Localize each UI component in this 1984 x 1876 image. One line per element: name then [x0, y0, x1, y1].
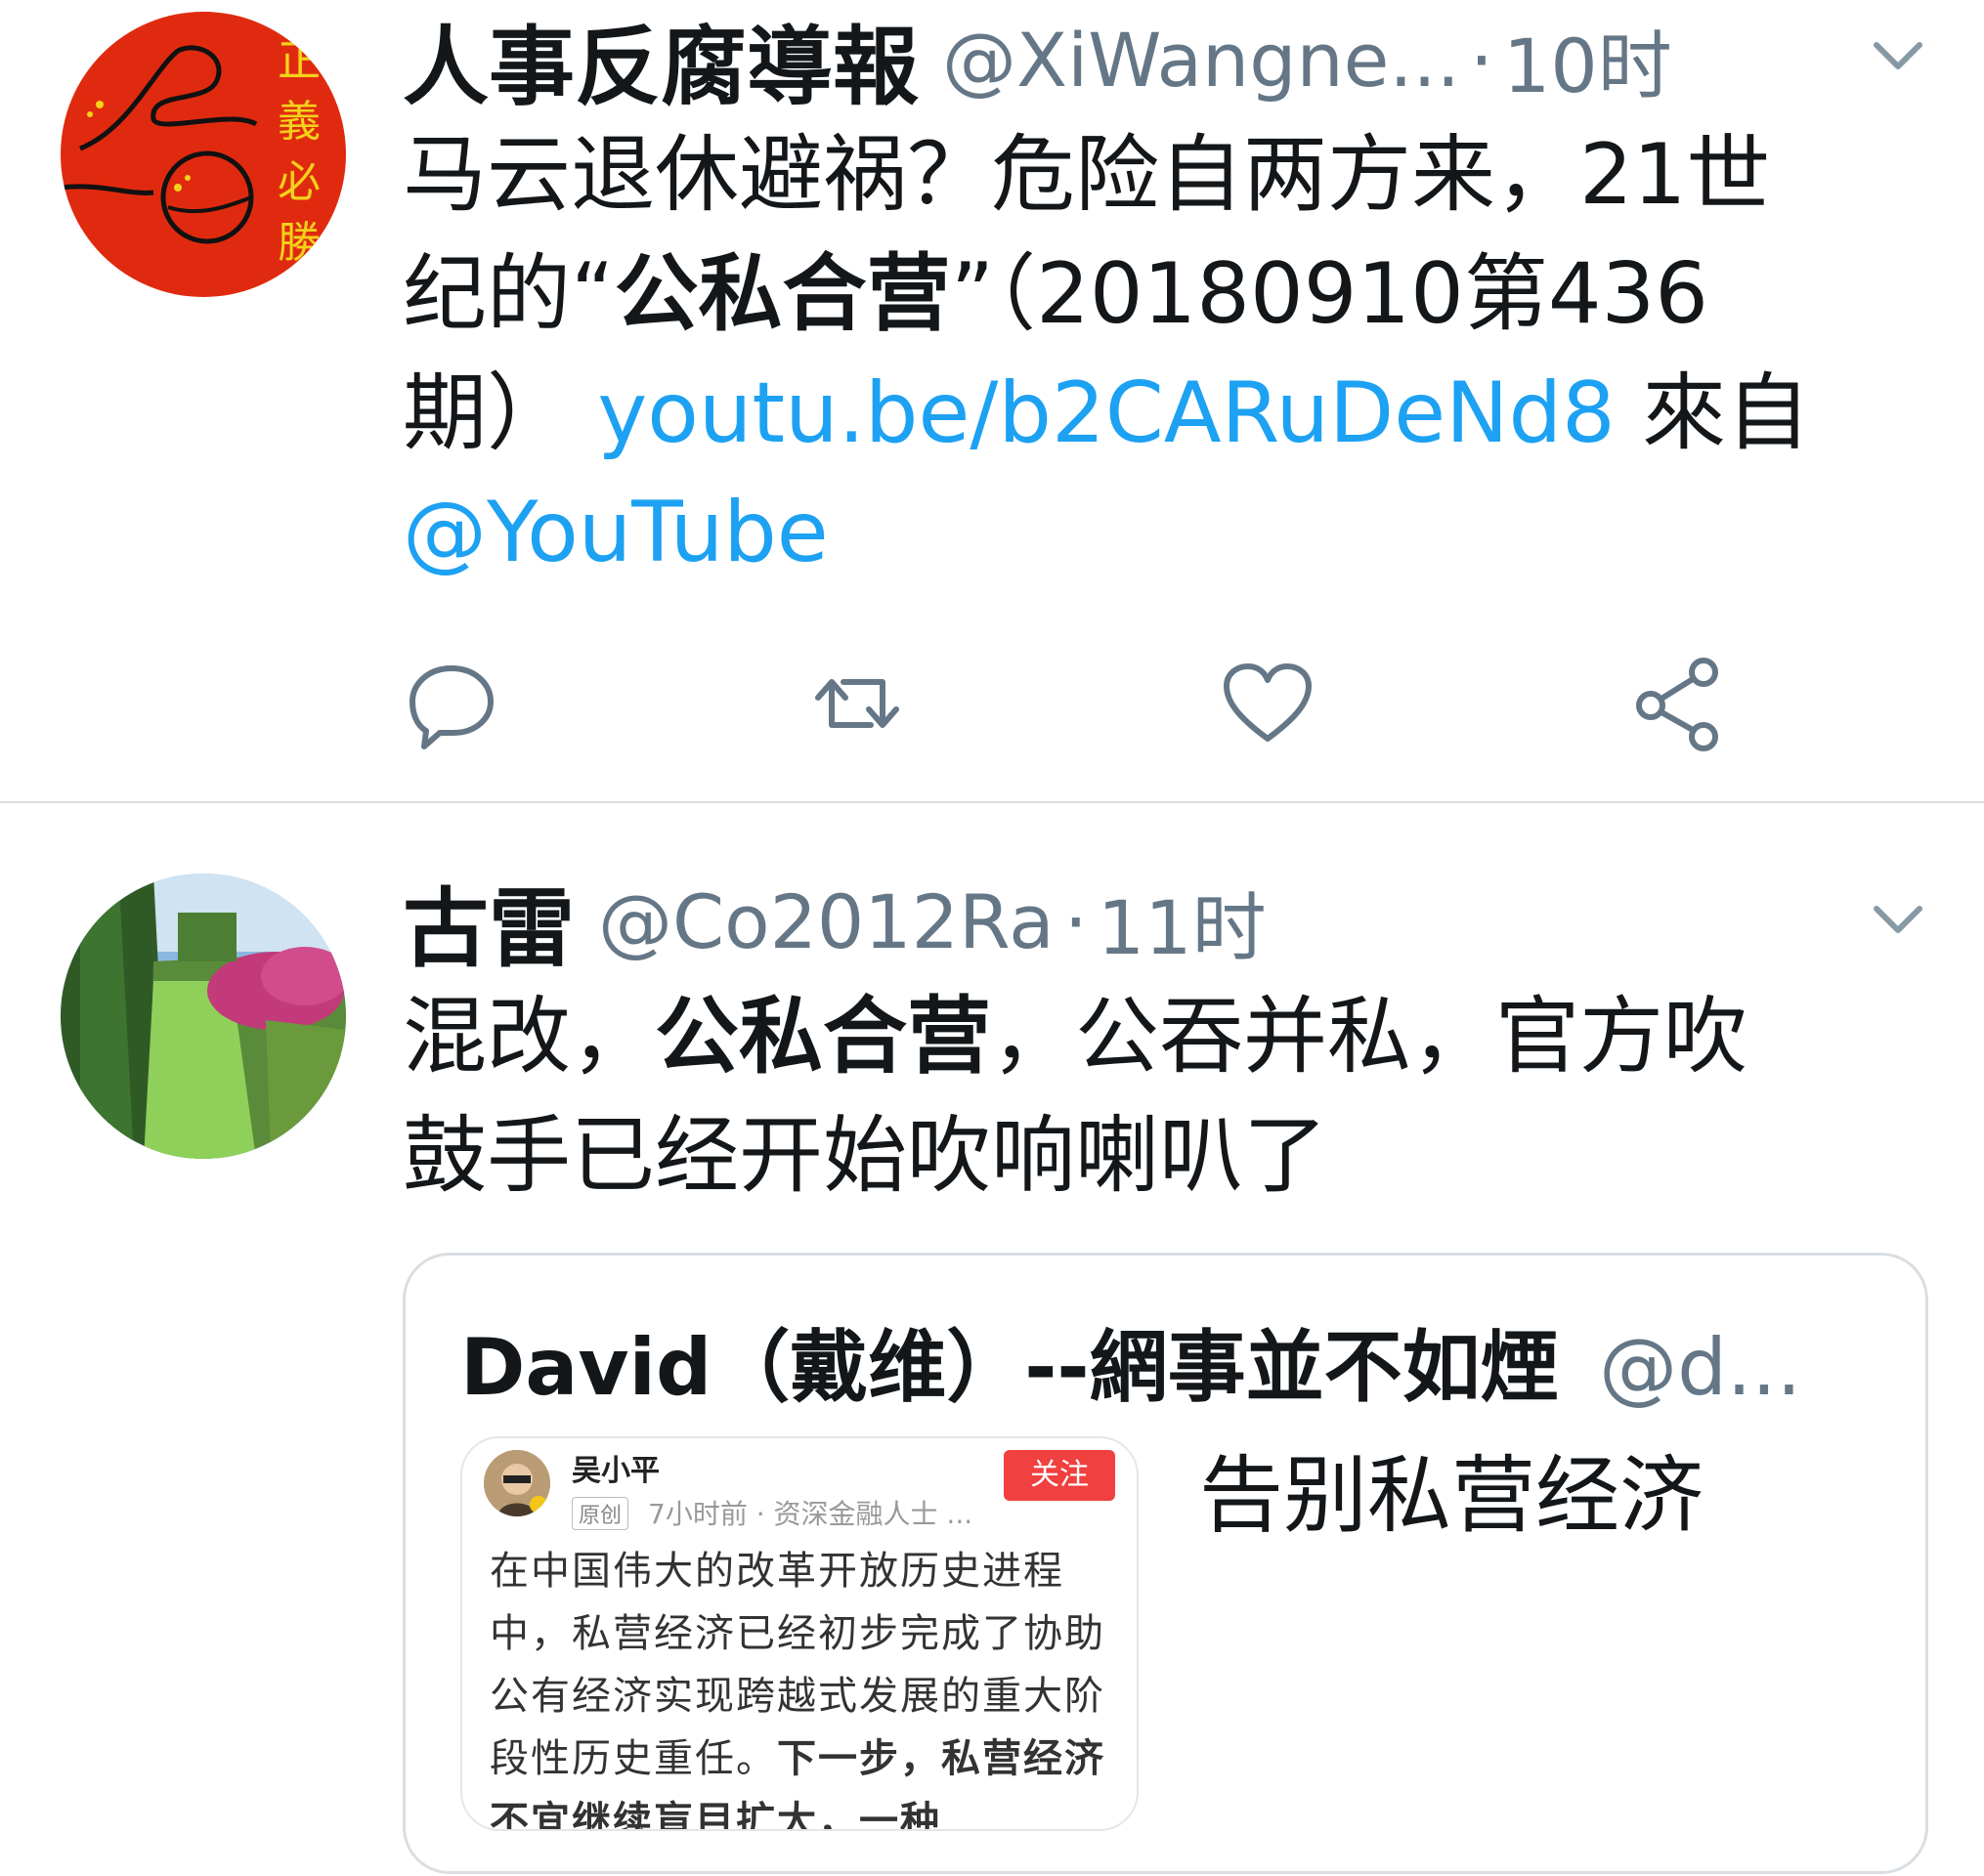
post-meta: 7小时前 · 资深金融人士 ... [648, 1498, 973, 1530]
avatar[interactable] [61, 874, 346, 1159]
highlighted-term: 公私合营 [655, 988, 991, 1086]
timestamp[interactable]: 10时 [1503, 6, 1672, 113]
tweet-text-line: 鼓手已经开始吹响喇叭了 [403, 1107, 1327, 1205]
display-name[interactable]: 古雷 [403, 860, 575, 984]
tweet-1[interactable]: 正 義 必 勝 人事反腐導報 @XiWangne... · 10时 马云退休避祸… [0, 0, 1984, 801]
tweet-text-line: 期） youtu.be/b2CARuDeNd8 來自 [403, 364, 1811, 462]
quoted-tweet-header: David（戴维）--網事並不如煙 @d... [460, 1304, 1801, 1418]
reply-icon[interactable] [403, 655, 500, 752]
display-name[interactable]: 人事反腐導報 [403, 0, 919, 122]
tweet-text: 混改，公私合营，公吞并私，官方吹 鼓手已经开始吹响喇叭了 [403, 977, 1927, 1215]
tweet-text: 马云退休避祸？危险自两方来，21世 纪的“公私合营”（20180910第436 … [403, 115, 1927, 592]
video-link[interactable]: youtu.be/b2CARuDeNd8 [597, 364, 1615, 462]
quoted-tweet[interactable]: David（戴维）--網事並不如煙 @d... 吴小平 关注 原创 7小时前 ·… [403, 1253, 1928, 1874]
highlighted-term: 公私合营 [614, 245, 951, 343]
original-badge: 原创 [572, 1497, 629, 1530]
tweet-text-line: 混改，公私合营，公吞并私，官方吹 [403, 988, 1747, 1086]
like-icon[interactable] [1219, 655, 1316, 752]
author-name: 吴小平 [572, 1454, 660, 1488]
quoted-user-handle: @d... [1599, 1322, 1802, 1413]
mention-link[interactable]: @YouTube [403, 484, 829, 581]
avatar-image [61, 874, 346, 1159]
tweet-text-line: @YouTube [403, 473, 1927, 592]
avatar[interactable]: 正 義 必 勝 [61, 12, 346, 297]
tweet-text-line: 马云退休避祸？危险自两方来，21世 [403, 126, 1771, 224]
author-avatar [484, 1450, 550, 1516]
tweet-header: 人事反腐導報 @XiWangne... · 10时 [403, 6, 1672, 117]
separator: · [1063, 877, 1088, 965]
timestamp[interactable]: 11时 [1098, 868, 1267, 975]
author-avatar-image [484, 1450, 550, 1516]
quoted-media-screenshot[interactable]: 吴小平 关注 原创 7小时前 · 资深金融人士 ... 在中国伟大的改革开放历史… [460, 1436, 1139, 1831]
tweet-header: 古雷 @Co2012Ra · 11时 [403, 868, 1267, 979]
tweet-text-line: 纪的“公私合营”（20180910第436 [403, 245, 1708, 343]
avatar-calligraphy: 正 義 必 勝 [278, 36, 321, 268]
chevron-down-icon[interactable] [1869, 25, 1927, 84]
article-excerpt: 在中国伟大的改革开放历史进程中，私营经济已经初步完成了协助公有经济实现跨越式发展… [490, 1549, 1105, 1831]
quoted-display-name: David（戴维）--網事並不如煙 [460, 1322, 1559, 1413]
share-icon[interactable] [1629, 655, 1727, 752]
tweet-actions [403, 655, 1790, 752]
user-handle[interactable]: @XiWangne... [942, 17, 1460, 104]
chevron-down-icon[interactable] [1869, 889, 1927, 948]
follow-button: 关注 [1004, 1450, 1115, 1501]
retweet-icon[interactable] [808, 655, 906, 752]
user-handle[interactable]: @Co2012Ra [598, 878, 1055, 965]
quoted-tweet-text: 告别私营经济 [1199, 1447, 1704, 1545]
separator: · [1469, 16, 1494, 104]
